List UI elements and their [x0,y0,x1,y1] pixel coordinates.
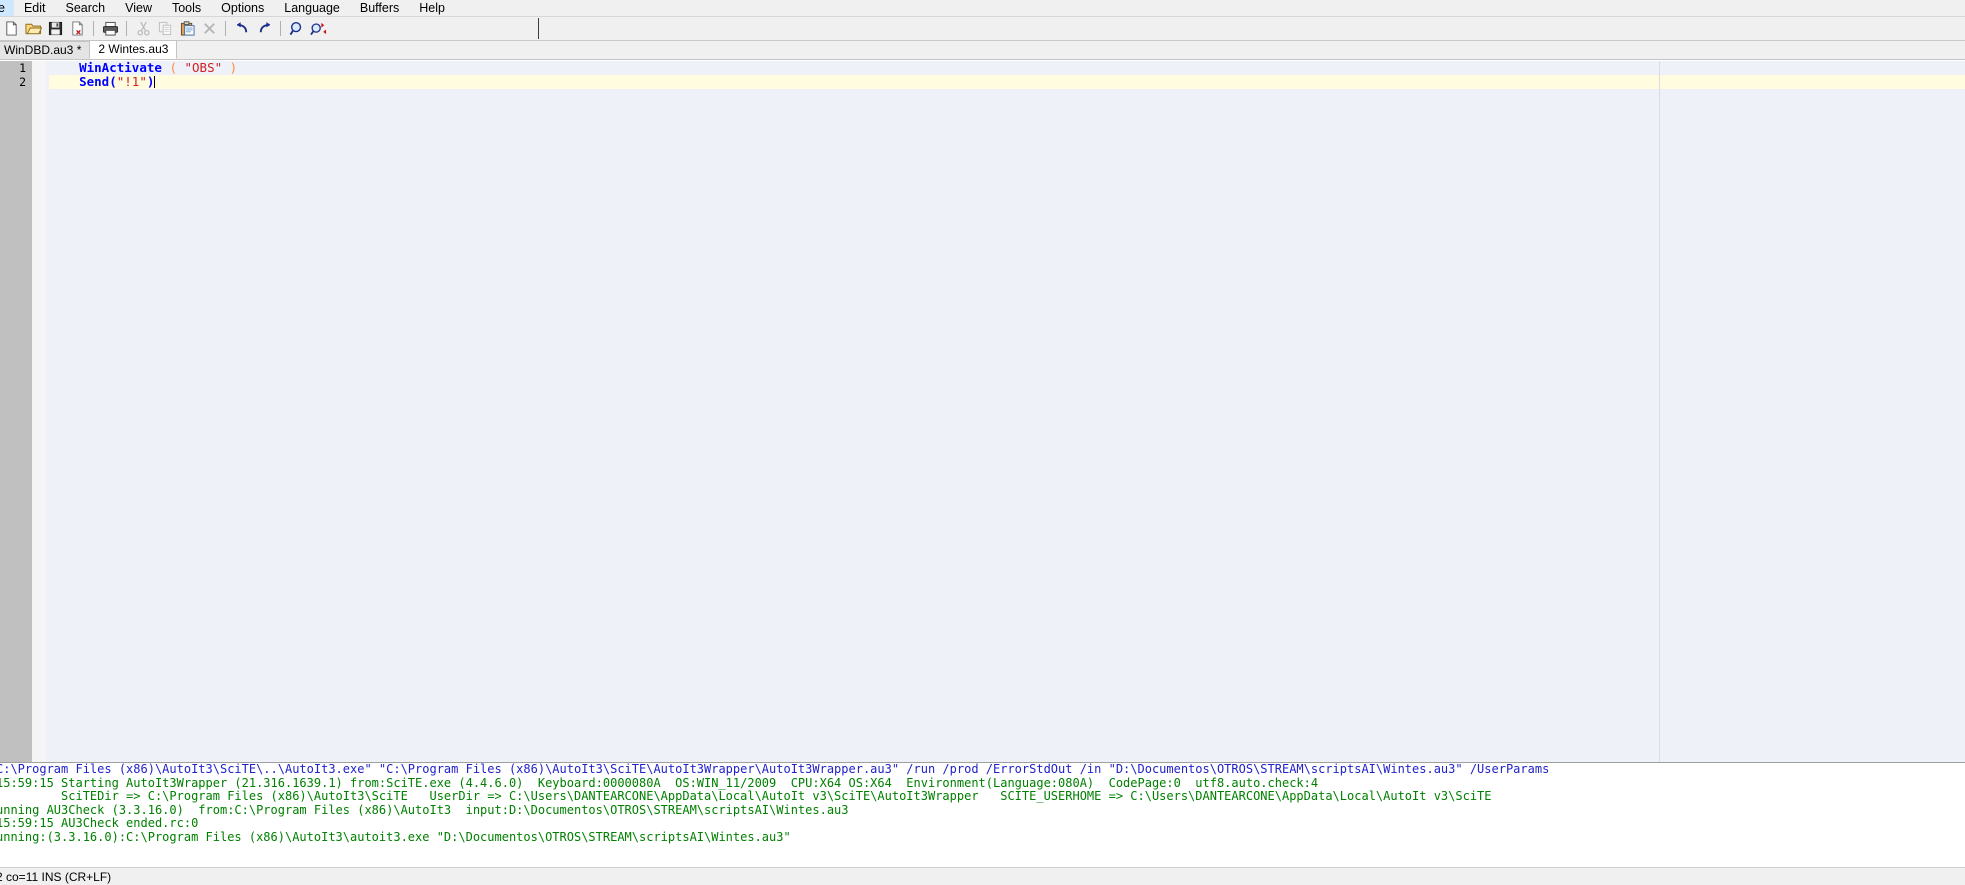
menu-file[interactable]: e [0,0,14,16]
menu-options[interactable]: Options [211,0,274,16]
save-icon[interactable] [44,18,66,39]
code-line[interactable]: Send("!1") [49,75,1965,89]
cut-icon[interactable] [132,18,154,39]
menu-search[interactable]: Search [56,0,116,16]
console-line: unning AU3Check (3.3.16.0) from:C:\Progr… [0,802,849,817]
menu-buffers[interactable]: Buffers [350,0,409,16]
menu-help[interactable]: Help [409,0,455,16]
open-folder-icon[interactable] [22,18,44,39]
scite-window: e Edit Search View Tools Options Language Buffe… [0,0,1965,885]
toolbar-separator-2 [126,21,127,36]
fold-margin[interactable] [32,61,46,762]
delete-icon[interactable] [198,18,220,39]
code-token-paren: ) [229,61,238,75]
line-number: 2 [19,75,26,89]
tab-bar: WinDBD.au3 * 2 Wintes.au3 [0,40,1965,60]
status-bar: 2 co=11 INS (CR+LF) [0,867,1965,885]
code-token-fn: WinActivate [79,61,162,75]
code-token-str: "!1" [116,74,147,89]
menu-edit[interactable]: Edit [14,0,56,16]
menu-bar: e Edit Search View Tools Options Language Buffe… [0,0,1965,16]
tab-0[interactable]: WinDBD.au3 * [0,41,91,59]
console-line: 15:59:15 Starting AutoIt3Wrapper (21.316… [0,775,1319,790]
console-line: SciTEDir => C:\Program Files (x86)\AutoI… [0,789,1492,803]
toolbar-separator-4 [280,21,281,36]
menu-language[interactable]: Language [274,0,350,16]
toolbar-separator-1 [93,21,94,36]
console-line: unning:(3.3.16.0):C:\Program Files (x86)… [0,829,791,844]
toolbar-divider [538,18,539,39]
code-text-area[interactable]: WinActivate ( "OBS" ) Send("!1") [46,61,1965,762]
menu-tools[interactable]: Tools [162,0,211,16]
toolbar [0,16,1965,41]
redo-icon[interactable] [253,18,275,39]
console-line: 15:59:15 AU3Check ended.rc:0 [0,816,199,830]
column-guide [1659,61,1660,762]
code-token-paren2: ) [146,74,155,89]
menu-view[interactable]: View [115,0,162,16]
toolbar-separator-3 [225,21,226,36]
find-icon[interactable] [286,18,308,39]
line-number: 1 [19,61,26,75]
copy-icon[interactable] [154,18,176,39]
line-number-margin: 12 [0,61,32,762]
replace-icon[interactable] [308,18,330,39]
tab-1[interactable]: 2 Wintes.au3 [89,40,178,59]
code-token-str: "OBS" [184,61,223,75]
code-token-paren: ( [169,61,177,75]
console-line: C:\Program Files (x86)\AutoIt3\SciTE\..\… [0,762,1550,776]
print-icon[interactable] [99,18,121,39]
output-console[interactable]: C:\Program Files (x86)\AutoIt3\SciTE\..\… [0,762,1965,867]
code-line[interactable]: WinActivate ( "OBS" ) [49,61,1965,75]
code-token-fn: Send [79,74,110,89]
editor-area[interactable]: 12 WinActivate ( "OBS" ) Send("!1") [0,60,1965,762]
close-file-icon[interactable] [66,18,88,39]
paste-icon[interactable] [176,18,198,39]
code-token-paren2: ( [109,74,117,89]
status-caret-info: 2 co=11 INS (CR+LF) [0,869,112,884]
new-file-icon[interactable] [0,18,22,39]
undo-icon[interactable] [231,18,253,39]
text-caret [154,76,156,88]
